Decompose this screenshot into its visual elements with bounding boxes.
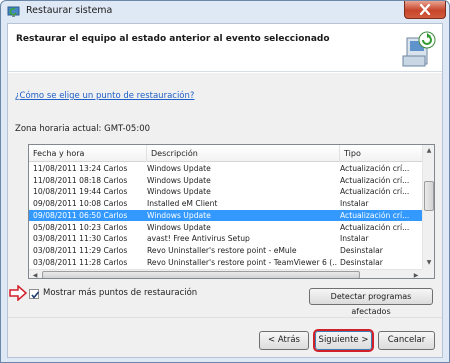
wizard-header: Restaurar el equipo al estado anterior a…: [8, 24, 442, 72]
cell-type: Actualización crí...: [340, 210, 410, 220]
dialog-client: Restaurar el equipo al estado anterior a…: [7, 23, 443, 358]
checkmark-icon: [31, 291, 40, 299]
horizontal-scrollbar[interactable]: ◀ ▶: [29, 269, 422, 278]
window-title: Restaurar sistema: [26, 5, 113, 16]
restore-points-list[interactable]: Fecha y hora Descripción Tipo 11/08/2011…: [28, 144, 435, 279]
next-button[interactable]: Siguiente >: [315, 331, 372, 350]
scroll-up-icon[interactable]: ▲: [423, 145, 434, 157]
cell-description: Windows Update: [147, 175, 211, 185]
cell-date: 11/08/2011 08:18 Carlos: [33, 175, 128, 185]
table-row[interactable]: 09/08/2011 06:50 Carlos Windows Update Act…: [29, 209, 422, 221]
column-header-date[interactable]: Fecha y hora: [29, 145, 147, 162]
cell-description: Revo Uninstaller's restore point - TeamV…: [147, 257, 337, 267]
cell-type: Desinstalar: [340, 257, 383, 267]
cell-date: 03/08/2011 11:28 Carlos: [33, 257, 128, 267]
cell-description: Windows Update: [147, 222, 211, 232]
cell-description: Windows Update: [147, 210, 211, 220]
wizard-body: ¿Cómo se elige un punto de restauración?…: [8, 73, 442, 317]
cell-date: 11/08/2011 13:24 Carlos: [33, 164, 128, 173]
title-bar: Restaurar sistema: [1, 1, 449, 23]
column-header-description[interactable]: Descripción: [147, 145, 340, 162]
cell-type: Actualización crí...: [340, 175, 410, 185]
cell-date: 09/08/2011 06:50 Carlos: [33, 210, 128, 220]
more-points-checkbox[interactable]: [29, 289, 40, 299]
table-row[interactable]: 03/08/2011 11:29 Carlos Revo Uninstaller'…: [29, 245, 422, 256]
cell-type: Desinstalar: [340, 245, 383, 255]
detect-programs-button[interactable]: Detectar programas afectados: [309, 288, 433, 316]
table-row[interactable]: 11/08/2011 13:24 Carlos Windows Update Act…: [29, 163, 422, 174]
vertical-scroll-thumb[interactable]: [424, 181, 434, 211]
table-row[interactable]: 03/08/2011 11:28 Carlos Revo Uninstaller'…: [29, 257, 422, 268]
close-icon: [419, 4, 431, 15]
table-row[interactable]: 10/08/2011 19:44 Carlos Windows Update Act…: [29, 186, 422, 197]
more-points-label[interactable]: Mostrar más puntos de restauración: [43, 288, 197, 298]
cell-type: Actualización crí...: [340, 222, 410, 232]
cancel-button[interactable]: Cancelar: [378, 331, 435, 350]
table-row[interactable]: 09/08/2011 10:08 Carlos Installed eM Clie…: [29, 198, 422, 209]
cell-description: Installed eM Client: [147, 199, 218, 209]
cell-description: Windows Update: [147, 187, 211, 197]
scroll-right-icon[interactable]: ▶: [410, 270, 422, 278]
cell-description: avast! Free Antivirus Setup: [147, 234, 250, 244]
table-row[interactable]: 11/08/2011 08:18 Carlos Windows Update Act…: [29, 175, 422, 186]
cell-date: 05/08/2011 10:23 Carlos: [33, 222, 128, 232]
system-restore-icon: [7, 6, 20, 17]
cell-date: 03/08/2011 11:29 Carlos: [33, 245, 128, 255]
timezone-label: Zona horaria actual: GMT-05:00: [15, 124, 151, 134]
horizontal-scroll-thumb[interactable]: [42, 271, 360, 278]
table-row[interactable]: 05/08/2011 10:23 Carlos Windows Update Act…: [29, 222, 422, 233]
cell-description: Revo Uninstaller's restore point - eMule: [147, 245, 297, 255]
cell-date: 09/08/2011 10:08 Carlos: [33, 199, 128, 209]
cell-date: 03/08/2011 11:30 Carlos: [33, 234, 128, 244]
red-arrow-icon: [9, 285, 27, 301]
list-header: Fecha y hora Descripción Tipo: [29, 145, 422, 162]
table-row[interactable]: 03/08/2011 11:30 Carlos avast! Free Antiv…: [29, 233, 422, 244]
wizard-footer: < Atrás Siguiente > Cancelar: [8, 317, 442, 357]
cell-date: 10/08/2011 19:44 Carlos: [33, 187, 128, 197]
scroll-corner: [422, 269, 434, 278]
cell-type: Instalar: [340, 234, 369, 244]
cell-type: Instalar: [340, 199, 369, 209]
scroll-left-icon[interactable]: ◀: [29, 270, 41, 278]
restore-window: Restaurar sistema Restaurar el equipo al…: [0, 0, 450, 363]
scroll-down-icon[interactable]: ▼: [423, 257, 434, 269]
back-button[interactable]: < Atrás: [259, 331, 309, 350]
cell-type: Actualización crí...: [340, 164, 410, 173]
column-header-type[interactable]: Tipo: [340, 145, 422, 162]
close-button[interactable]: [404, 1, 446, 19]
page-title: Restaurar el equipo al estado anterior a…: [16, 34, 330, 44]
help-link[interactable]: ¿Cómo se elige un punto de restauración?: [15, 91, 194, 101]
vertical-scrollbar[interactable]: ▲ ▼: [422, 145, 434, 269]
cell-type: Actualización crí...: [340, 187, 410, 197]
computer-restore-icon: [402, 31, 436, 67]
cell-description: Windows Update: [147, 164, 211, 173]
